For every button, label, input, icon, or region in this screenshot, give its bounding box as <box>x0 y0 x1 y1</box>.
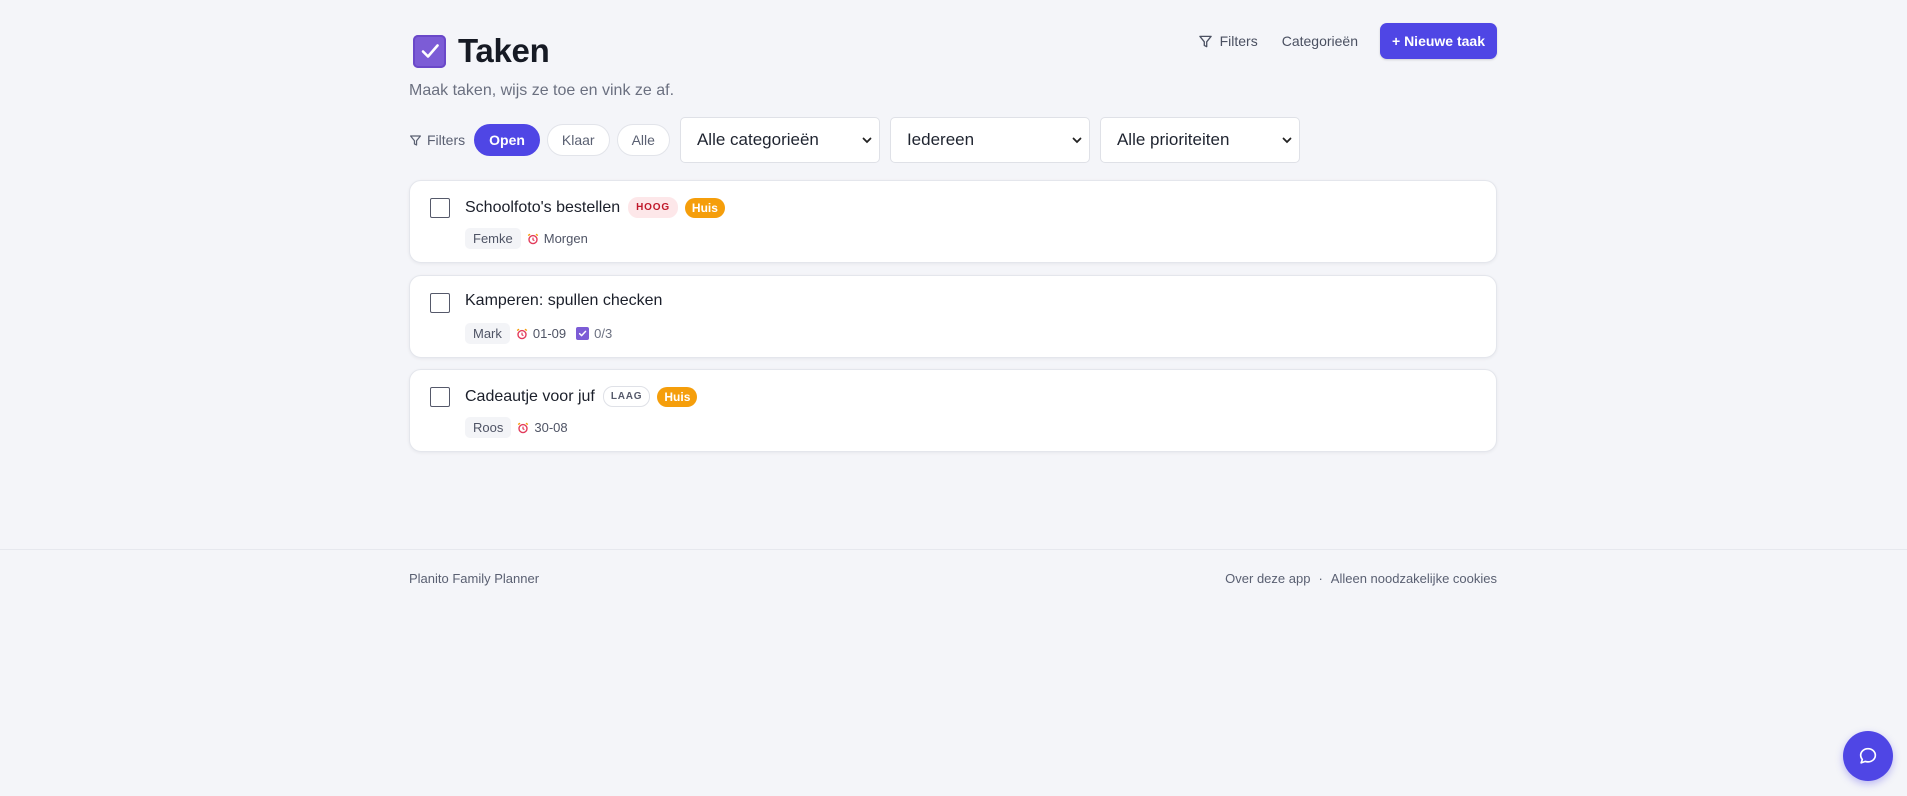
assignee-chip: Femke <box>465 228 521 249</box>
funnel-icon <box>1198 35 1212 47</box>
page-title: Taken <box>458 32 550 69</box>
header-filters-button[interactable]: Filters <box>1186 23 1270 59</box>
footer-separator: · <box>1318 571 1323 586</box>
task-title-row: Cadeautje voor juf LAAG Huis <box>465 386 698 407</box>
task-checkbox[interactable] <box>430 198 450 218</box>
task-title: Kamperen: spullen checken <box>465 292 663 309</box>
cookies-link[interactable]: Alleen noodzakelijke cookies <box>1331 571 1497 586</box>
priority-badge: LAAG <box>602 386 651 407</box>
chevron-down-icon <box>1282 137 1292 144</box>
assignee-chip: Roos <box>465 417 512 438</box>
alarm-clock-icon <box>516 328 528 339</box>
task-meta: Roos 30-08 <box>465 417 568 438</box>
chevron-down-icon <box>1072 137 1082 144</box>
task-title-row: Schoolfoto's bestellen HOOG Huis <box>465 197 725 218</box>
header-actions: Filters Categorieën + Nieuwe taak <box>1186 23 1497 59</box>
status-pill-done[interactable]: Klaar <box>546 124 610 156</box>
page-subtitle: Maak taken, wijs ze toe en vink ze af. <box>409 82 675 99</box>
priority-select-value: Alle prioriteiten <box>1116 130 1230 149</box>
subtask-progress: 0/3 <box>576 326 612 341</box>
task-card[interactable]: Kamperen: spullen checken Mark 01-09 0/3 <box>409 275 1497 358</box>
footer-links: Over deze app · Alleen noodzakelijke coo… <box>1225 571 1497 586</box>
title-group: Taken <box>413 32 550 70</box>
due-date-text: 30-08 <box>534 420 568 435</box>
due-date-text: 01-09 <box>532 326 567 341</box>
category-badge: Huis <box>657 386 698 407</box>
categories-button[interactable]: Categorieën <box>1270 23 1370 59</box>
priority-select[interactable]: Alle prioriteiten <box>1099 117 1300 163</box>
due-date: 30-08 <box>517 420 568 435</box>
subtask-count: 0/3 <box>594 326 613 341</box>
status-pill-all[interactable]: Alle <box>616 124 670 156</box>
task-meta: Mark 01-09 0/3 <box>465 323 612 344</box>
about-link[interactable]: Over deze app <box>1225 571 1310 586</box>
status-pill-open[interactable]: Open <box>474 124 540 156</box>
alarm-clock-icon <box>527 233 538 244</box>
person-select[interactable]: Iedereen <box>889 117 1090 163</box>
task-title-row: Kamperen: spullen checken <box>465 292 662 310</box>
task-title: Schoolfoto's bestellen <box>465 198 621 216</box>
due-date: Morgen <box>527 231 588 246</box>
header-filters-label: Filters <box>1219 33 1258 49</box>
task-checkbox[interactable] <box>430 387 450 407</box>
footer-divider <box>0 549 1907 550</box>
filter-bar: Filters Open Klaar Alle Alle categorieën… <box>409 117 1307 163</box>
footer-app-name: Planito Family Planner <box>409 571 540 586</box>
category-select-value: Alle categorieën <box>696 130 819 149</box>
new-task-button[interactable]: + Nieuwe taak <box>1380 23 1497 59</box>
chat-button[interactable] <box>1843 731 1893 781</box>
alarm-clock-icon <box>518 422 529 433</box>
priority-badge: HOOG <box>628 197 678 218</box>
checkbox-checked-icon <box>413 34 446 68</box>
category-badge: Huis <box>684 197 725 218</box>
due-date: 01-09 <box>516 326 566 341</box>
chat-bubble-icon <box>1859 747 1877 764</box>
chevron-down-icon <box>862 137 872 144</box>
due-date-text: Morgen <box>543 231 588 246</box>
assignee-chip: Mark <box>465 323 510 344</box>
checkbox-checked-icon <box>576 327 590 340</box>
task-card[interactable]: Schoolfoto's bestellen HOOG Huis Femke M… <box>409 180 1497 263</box>
page-header: Taken Filters Categorieën + Nieuwe taak <box>409 22 1497 84</box>
task-title: Cadeautje voor juf <box>465 387 595 405</box>
filters-label: Filters <box>409 132 465 148</box>
category-select[interactable]: Alle categorieën <box>679 117 880 163</box>
task-meta: Femke Morgen <box>465 228 588 249</box>
filters-label-text: Filters <box>427 132 466 148</box>
funnel-icon <box>410 134 421 146</box>
task-checkbox[interactable] <box>430 293 450 313</box>
task-card[interactable]: Cadeautje voor juf LAAG Huis Roos 30-08 <box>409 369 1497 452</box>
person-select-value: Iedereen <box>906 130 975 149</box>
